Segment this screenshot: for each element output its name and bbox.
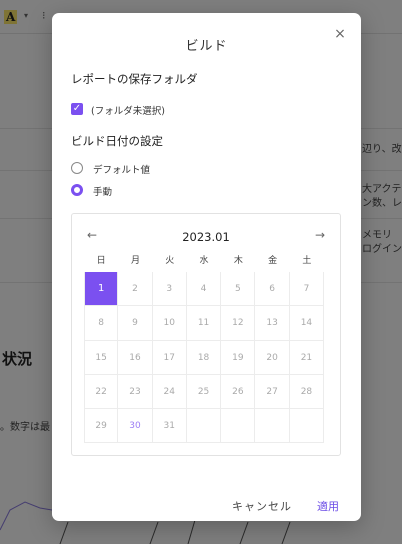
calendar-day[interactable]: 31 bbox=[152, 409, 187, 444]
calendar-day[interactable]: 17 bbox=[152, 340, 187, 375]
calendar-day[interactable]: 14 bbox=[289, 306, 325, 341]
calendar-day[interactable]: 5 bbox=[221, 272, 256, 307]
calendar-day[interactable]: 10 bbox=[152, 306, 187, 341]
calendar-day[interactable]: 26 bbox=[221, 374, 256, 410]
calendar-week: 22 23 24 25 26 27 28 bbox=[84, 374, 325, 410]
weekday-label: 土 bbox=[302, 256, 312, 266]
weekday-label: 金 bbox=[268, 256, 278, 266]
calendar-day[interactable]: 23 bbox=[118, 374, 153, 410]
weekday-label: 木 bbox=[233, 256, 243, 266]
calendar-week: 29 30 31 bbox=[84, 409, 325, 444]
calendar-day[interactable]: 29 bbox=[84, 409, 119, 444]
weekday-label: 月 bbox=[130, 256, 140, 266]
calendar-day[interactable]: 22 bbox=[84, 374, 119, 410]
weekday-label: 日 bbox=[96, 256, 106, 266]
calendar-day[interactable]: 20 bbox=[255, 340, 290, 375]
calendar-day[interactable]: 3 bbox=[152, 272, 187, 307]
calendar-month-label: 2023.01 bbox=[182, 230, 230, 244]
apply-button[interactable]: 適用 bbox=[317, 498, 339, 514]
calendar-day-empty bbox=[221, 409, 256, 444]
radio-manual-label[interactable]: 手動 bbox=[93, 184, 112, 198]
calendar-day[interactable]: 7 bbox=[289, 272, 325, 307]
calendar-day[interactable]: 2 bbox=[118, 272, 153, 307]
calendar-day[interactable]: 28 bbox=[289, 374, 325, 410]
calendar-grid: 日 月 火 水 木 金 土 1 2 3 4 5 6 7 8 9 10 11 12… bbox=[84, 250, 325, 444]
radio-default[interactable] bbox=[71, 162, 83, 174]
calendar-day-empty bbox=[289, 409, 325, 444]
folder-checkbox-label[interactable]: (フォルダ未選択) bbox=[91, 103, 165, 117]
calendar-day[interactable]: 15 bbox=[84, 340, 119, 375]
radio-manual[interactable] bbox=[71, 184, 83, 196]
calendar-day[interactable]: 19 bbox=[221, 340, 256, 375]
calendar-day[interactable]: 11 bbox=[186, 306, 222, 341]
calendar-week: 15 16 17 18 19 20 21 bbox=[84, 340, 325, 375]
weekday-label: 水 bbox=[199, 256, 209, 266]
calendar-day-empty bbox=[255, 409, 290, 444]
radio-default-label[interactable]: デフォルト値 bbox=[93, 162, 150, 176]
weekday-label: 火 bbox=[165, 256, 175, 266]
calendar-day-empty bbox=[186, 409, 222, 444]
build-date-label: ビルド日付の設定 bbox=[71, 134, 163, 148]
cancel-button[interactable]: キャンセル bbox=[232, 498, 292, 514]
date-picker: ← 2023.01 → 日 月 火 水 木 金 土 1 2 3 4 5 6 7 bbox=[71, 213, 341, 456]
calendar-day[interactable]: 21 bbox=[289, 340, 325, 375]
calendar-day[interactable]: 18 bbox=[186, 340, 222, 375]
calendar-day[interactable]: 27 bbox=[255, 374, 290, 410]
calendar-day[interactable]: 24 bbox=[152, 374, 187, 410]
build-dialog: ビルド × レポートの保存フォルダ ✓ (フォルダ未選択) ビルド日付の設定 デ… bbox=[52, 13, 361, 521]
arrow-right-icon[interactable]: → bbox=[315, 228, 325, 242]
calendar-day[interactable]: 25 bbox=[186, 374, 222, 410]
calendar-day[interactable]: 12 bbox=[221, 306, 256, 341]
close-icon[interactable]: × bbox=[331, 25, 349, 43]
calendar-day[interactable]: 8 bbox=[84, 306, 119, 341]
calendar-day[interactable]: 9 bbox=[118, 306, 153, 341]
calendar-day-selected[interactable]: 1 bbox=[84, 272, 119, 307]
calendar-day[interactable]: 4 bbox=[186, 272, 222, 307]
calendar-week: 1 2 3 4 5 6 7 bbox=[84, 272, 325, 307]
dialog-title: ビルド bbox=[185, 39, 228, 54]
folder-checkbox[interactable]: ✓ bbox=[71, 103, 83, 115]
calendar-day-highlighted[interactable]: 30 bbox=[118, 409, 153, 444]
save-folder-label: レポートの保存フォルダ bbox=[71, 72, 198, 86]
calendar-day[interactable]: 6 bbox=[255, 272, 290, 307]
calendar-week: 8 9 10 11 12 13 14 bbox=[84, 306, 325, 341]
weekday-header: 日 月 火 水 木 金 土 bbox=[84, 250, 324, 272]
calendar-day[interactable]: 16 bbox=[118, 340, 153, 375]
calendar-day[interactable]: 13 bbox=[255, 306, 290, 341]
